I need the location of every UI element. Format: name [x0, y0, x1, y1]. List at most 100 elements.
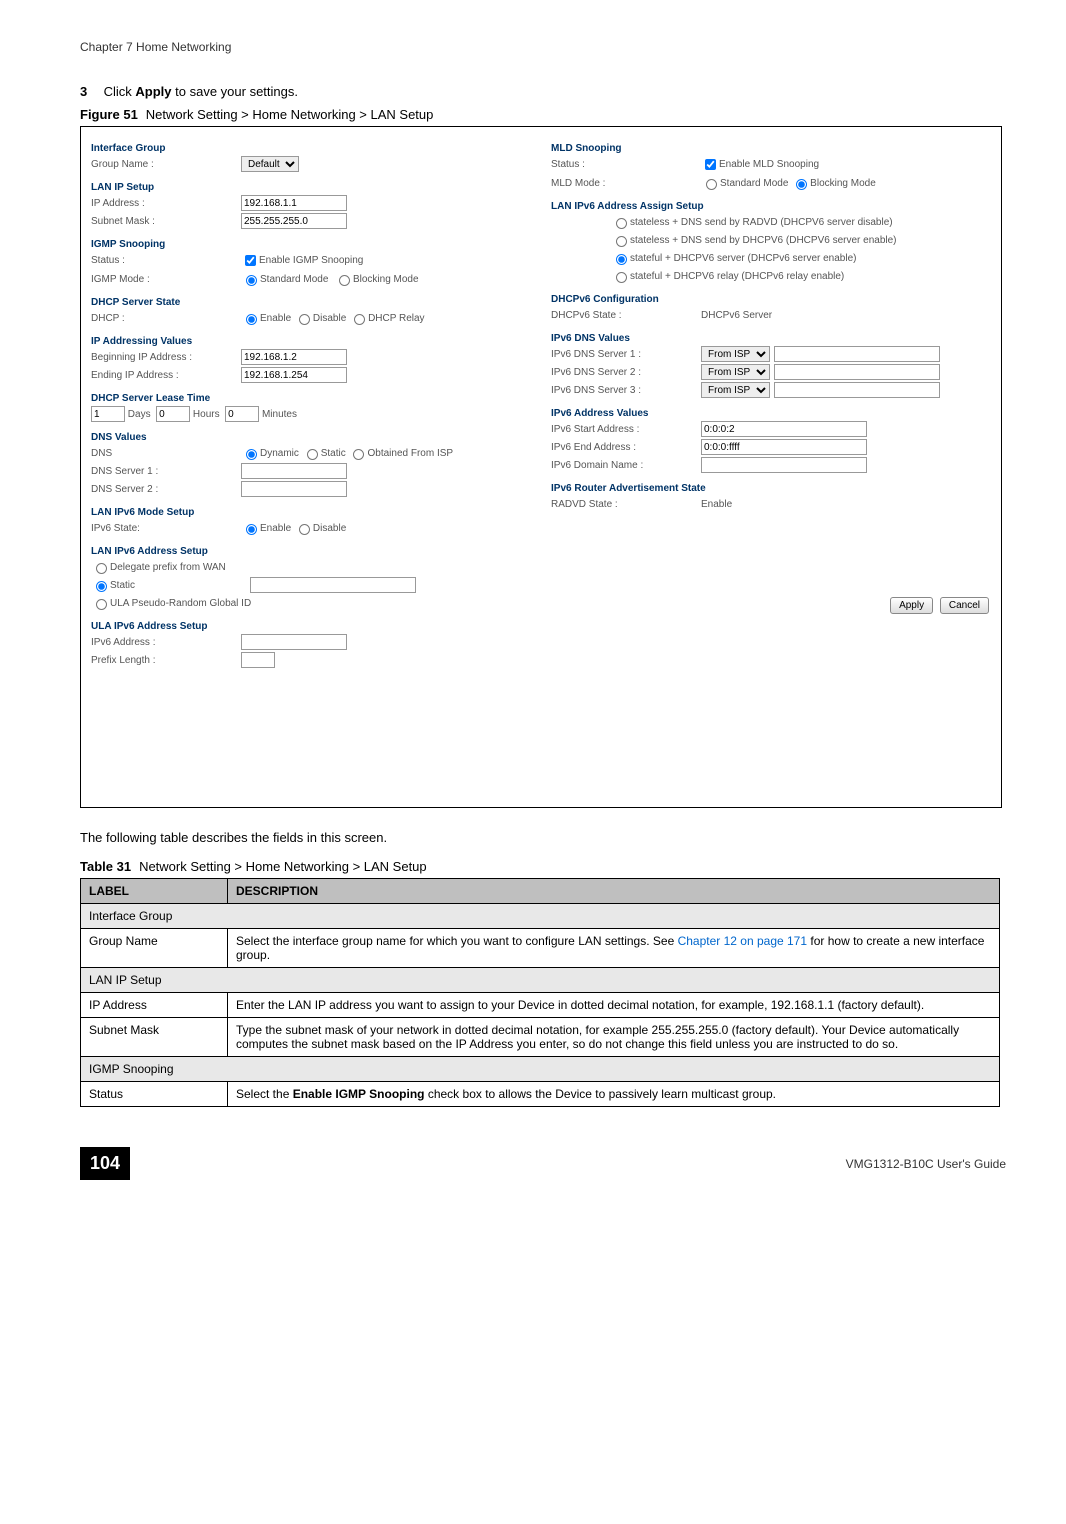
table-label: Table 31 [80, 859, 131, 874]
table-title: Network Setting > Home Networking > LAN … [139, 859, 427, 874]
igmp-mode-standard-radio[interactable] [246, 275, 257, 286]
step-text-before: Click [104, 84, 136, 99]
ipv6-domain-input[interactable] [701, 457, 867, 473]
mld-enable-checkbox[interactable] [705, 159, 716, 170]
mld-mode-blocking-radio[interactable] [796, 179, 807, 190]
ipv6-static-input[interactable] [250, 577, 416, 593]
table-header-label: LABEL [81, 879, 228, 904]
dns-dynamic-radio[interactable] [246, 449, 257, 460]
guide-name: VMG1312-B10C User's Guide [846, 1157, 1006, 1171]
interface-group-heading: Interface Group [91, 143, 531, 154]
dns-static-text: Static [321, 448, 346, 459]
mld-mode-standard-radio[interactable] [706, 179, 717, 190]
step-line: 3 Click Apply to save your settings. [80, 84, 1006, 99]
ipv6-disable-text: Disable [313, 523, 346, 534]
assign-opt1-radio[interactable] [616, 218, 627, 229]
radvd-heading: IPv6 Router Advertisement State [551, 483, 991, 494]
group-name-select[interactable]: Default [241, 156, 299, 172]
dhcp-disable-text: Disable [313, 313, 346, 324]
radvd-label: RADVD State : [551, 499, 701, 510]
mld-mode-blocking-text: Blocking Mode [810, 178, 876, 189]
ip-address-input[interactable] [241, 195, 347, 211]
assign-opt4-radio[interactable] [616, 272, 627, 283]
dns-isp-radio[interactable] [353, 449, 364, 460]
table-row: Status [81, 1082, 228, 1107]
dhcp-disable-radio[interactable] [299, 314, 310, 325]
end-ip-input[interactable] [241, 367, 347, 383]
page-number: 104 [80, 1147, 130, 1180]
igmp-mode-blocking-radio[interactable] [339, 275, 350, 286]
dhcp-state-heading: DHCP Server State [91, 297, 531, 308]
dhcp-enable-text: Enable [260, 313, 291, 324]
ipv6-disable-radio[interactable] [299, 524, 310, 535]
assign-opt2-radio[interactable] [616, 236, 627, 247]
igmp-mode-label: IGMP Mode : [91, 274, 241, 285]
lease-days-input[interactable] [91, 406, 125, 422]
mld-enable-text: Enable MLD Snooping [719, 159, 819, 170]
dns-server1-label: DNS Server 1 : [91, 466, 241, 477]
table-row: Select the interface group name for whic… [228, 929, 1000, 968]
dns-static-radio[interactable] [307, 449, 318, 460]
begin-ip-input[interactable] [241, 349, 347, 365]
running-header: Chapter 7 Home Networking [80, 40, 1006, 54]
ipv6-dns1-label: IPv6 DNS Server 1 : [551, 349, 701, 360]
ipv6-addr-setup-heading: LAN IPv6 Address Setup [91, 546, 531, 557]
ipv6-addr-vals-heading: IPv6 Address Values [551, 408, 991, 419]
igmp-status-label: Status : [91, 255, 241, 266]
ipv6-static-radio[interactable] [96, 581, 107, 592]
assign-opt1-text: stateless + DNS send by RADVD (DHCPV6 se… [630, 217, 893, 228]
ipv6-enable-radio[interactable] [246, 524, 257, 535]
ipv6-dns1-select[interactable]: From ISP [701, 346, 770, 362]
chapter-link[interactable]: Chapter 12 on page 171 [678, 934, 807, 948]
page-footer: 104 VMG1312-B10C User's Guide [80, 1147, 1006, 1180]
subnet-mask-input[interactable] [241, 213, 347, 229]
ipv6-dns3-select[interactable]: From ISP [701, 382, 770, 398]
dhcpv6-state-label: DHCPv6 State : [551, 310, 701, 321]
lan-setup-screenshot: Interface Group Group Name : Default LAN… [80, 126, 1002, 808]
lease-hours-input[interactable] [156, 406, 190, 422]
dns-isp-text: Obtained From ISP [367, 448, 453, 459]
table-header-description: DESCRIPTION [228, 879, 1000, 904]
dhcp-enable-radio[interactable] [246, 314, 257, 325]
ipv6-end-label: IPv6 End Address : [551, 442, 701, 453]
ula-addr-label: IPv6 Address : [91, 637, 241, 648]
mld-mode-standard-text: Standard Mode [720, 178, 788, 189]
ipv6-start-input[interactable] [701, 421, 867, 437]
ipv6-state-label: IPv6 State: [91, 523, 241, 534]
radvd-value: Enable [701, 499, 732, 510]
mld-snooping-heading: MLD Snooping [551, 143, 991, 154]
igmp-mode-blocking-text: Blocking Mode [353, 274, 419, 285]
dns-values-heading: DNS Values [91, 432, 531, 443]
ipv6-enable-text: Enable [260, 523, 291, 534]
group-name-label: Group Name : [91, 159, 241, 170]
table-row: IP Address [81, 993, 228, 1018]
dns-server2-input[interactable] [241, 481, 347, 497]
ula-prefix-input[interactable] [241, 652, 275, 668]
ipv6-dns2-input[interactable] [774, 364, 940, 380]
ipv6-ula-text: ULA Pseudo-Random Global ID [110, 598, 251, 609]
dhcpv6-conf-heading: DHCPv6 Configuration [551, 294, 991, 305]
assign-opt4-text: stateful + DHCPV6 relay (DHCPv6 relay en… [630, 271, 844, 282]
dhcp-relay-radio[interactable] [354, 314, 365, 325]
step-number: 3 [80, 84, 100, 99]
apply-button[interactable]: Apply [890, 597, 933, 614]
lease-min-input[interactable] [225, 406, 259, 422]
cancel-button[interactable]: Cancel [940, 597, 989, 614]
ula-addr-input[interactable] [241, 634, 347, 650]
ipv6-dns1-input[interactable] [774, 346, 940, 362]
ipv6-mode-heading: LAN IPv6 Mode Setup [91, 507, 531, 518]
ipv6-ula-radio[interactable] [96, 599, 107, 610]
ipv6-dns2-select[interactable]: From ISP [701, 364, 770, 380]
ula-heading: ULA IPv6 Address Setup [91, 621, 531, 632]
ipv6-delegate-radio[interactable] [96, 563, 107, 574]
ula-prefix-label: Prefix Length : [91, 655, 241, 666]
ipv6-end-input[interactable] [701, 439, 867, 455]
dhcp-label: DHCP : [91, 313, 241, 324]
figure-label: Figure 51 [80, 107, 138, 122]
igmp-enable-checkbox[interactable] [245, 255, 256, 266]
assign-opt3-radio[interactable] [616, 254, 627, 265]
ipv6-static-text: Static [110, 580, 250, 591]
dns-server1-input[interactable] [241, 463, 347, 479]
ipv6-dns3-input[interactable] [774, 382, 940, 398]
ipv6-dns-heading: IPv6 DNS Values [551, 333, 991, 344]
